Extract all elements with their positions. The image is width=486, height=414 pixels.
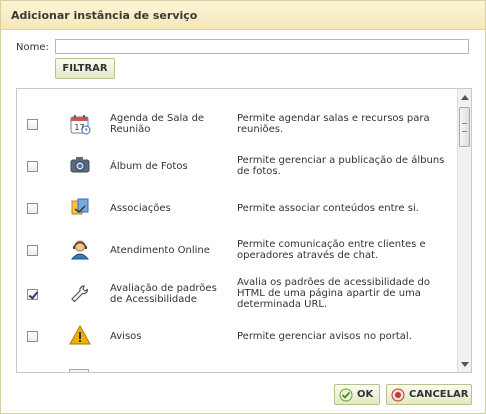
- scroll-down-arrow-icon[interactable]: [461, 362, 469, 367]
- list-item[interactable]: Associações Permite associar conteúdos e…: [17, 187, 457, 229]
- list-item[interactable]: Avisos Permite gerenciar avisos no porta…: [17, 315, 457, 357]
- camera-icon: [70, 157, 90, 173]
- dialog-title: Adicionar instância de serviço: [11, 9, 198, 22]
- scroll-up-arrow-icon[interactable]: [461, 95, 469, 100]
- name-input[interactable]: [55, 39, 469, 54]
- ok-button[interactable]: OK: [334, 384, 380, 405]
- service-description: Permite gerenciar a publicação de álbuns…: [237, 155, 445, 177]
- filter-button[interactable]: FILTRAR: [55, 58, 115, 79]
- service-description: Permite comunicação entre clientes e ope…: [237, 239, 426, 261]
- list-scrollbar[interactable]: [457, 89, 471, 372]
- service-description: Permite agendar salas e recursos para re…: [237, 113, 430, 135]
- service-description: Permite associar conteúdos entre si.: [237, 203, 419, 214]
- check-icon: [339, 388, 353, 401]
- service-checkbox[interactable]: [27, 245, 38, 256]
- calendar-icon: 17: [70, 115, 91, 135]
- service-name: Álbum de Fotos: [110, 161, 188, 172]
- service-checkbox[interactable]: [27, 203, 38, 214]
- list-item[interactable]: Álbum de Fotos Permite gerenciar a publi…: [17, 145, 457, 187]
- service-list: 17 Agenda de Sala de Reunião Permite age…: [16, 88, 472, 373]
- scrollbar-thumb[interactable]: [459, 107, 470, 147]
- service-checkbox[interactable]: [27, 289, 38, 300]
- list-item[interactable]: Atendimento Online Permite comunicação e…: [17, 229, 457, 271]
- name-label: Nome:: [16, 42, 49, 53]
- partial-row-icon: [69, 369, 89, 372]
- service-checkbox[interactable]: [27, 119, 38, 130]
- service-description: Avalia os padrões de acessibilidade do H…: [237, 277, 431, 310]
- list-item[interactable]: Avaliação de padrões de Acessibilidade A…: [17, 272, 457, 314]
- list-item[interactable]: 17 Agenda de Sala de Reunião Permite age…: [17, 103, 457, 145]
- add-service-instance-dialog: Adicionar instância de serviço Nome: FIL…: [0, 0, 486, 414]
- association-icon: [71, 198, 89, 215]
- service-description: Permite gerenciar avisos no portal.: [237, 331, 412, 342]
- service-name: Avisos: [110, 331, 142, 342]
- cancel-button[interactable]: CANCELAR: [386, 384, 472, 405]
- service-name: Associações: [110, 203, 171, 214]
- wrench-icon: [71, 285, 89, 303]
- cancel-icon: [391, 388, 405, 401]
- service-checkbox[interactable]: [27, 161, 38, 172]
- support-agent-icon: [70, 240, 90, 260]
- ok-button-label: OK: [357, 389, 374, 400]
- warning-icon: [69, 324, 91, 345]
- filter-button-label: FILTRAR: [62, 63, 108, 74]
- dialog-titlebar: Adicionar instância de serviço: [1, 1, 485, 30]
- cancel-button-label: CANCELAR: [409, 389, 469, 400]
- service-checkbox[interactable]: [27, 331, 38, 342]
- service-name: Avaliação de padrões de Acessibilidade: [110, 283, 217, 305]
- service-name: Atendimento Online: [110, 245, 210, 256]
- service-name: Agenda de Sala de Reunião: [110, 113, 205, 135]
